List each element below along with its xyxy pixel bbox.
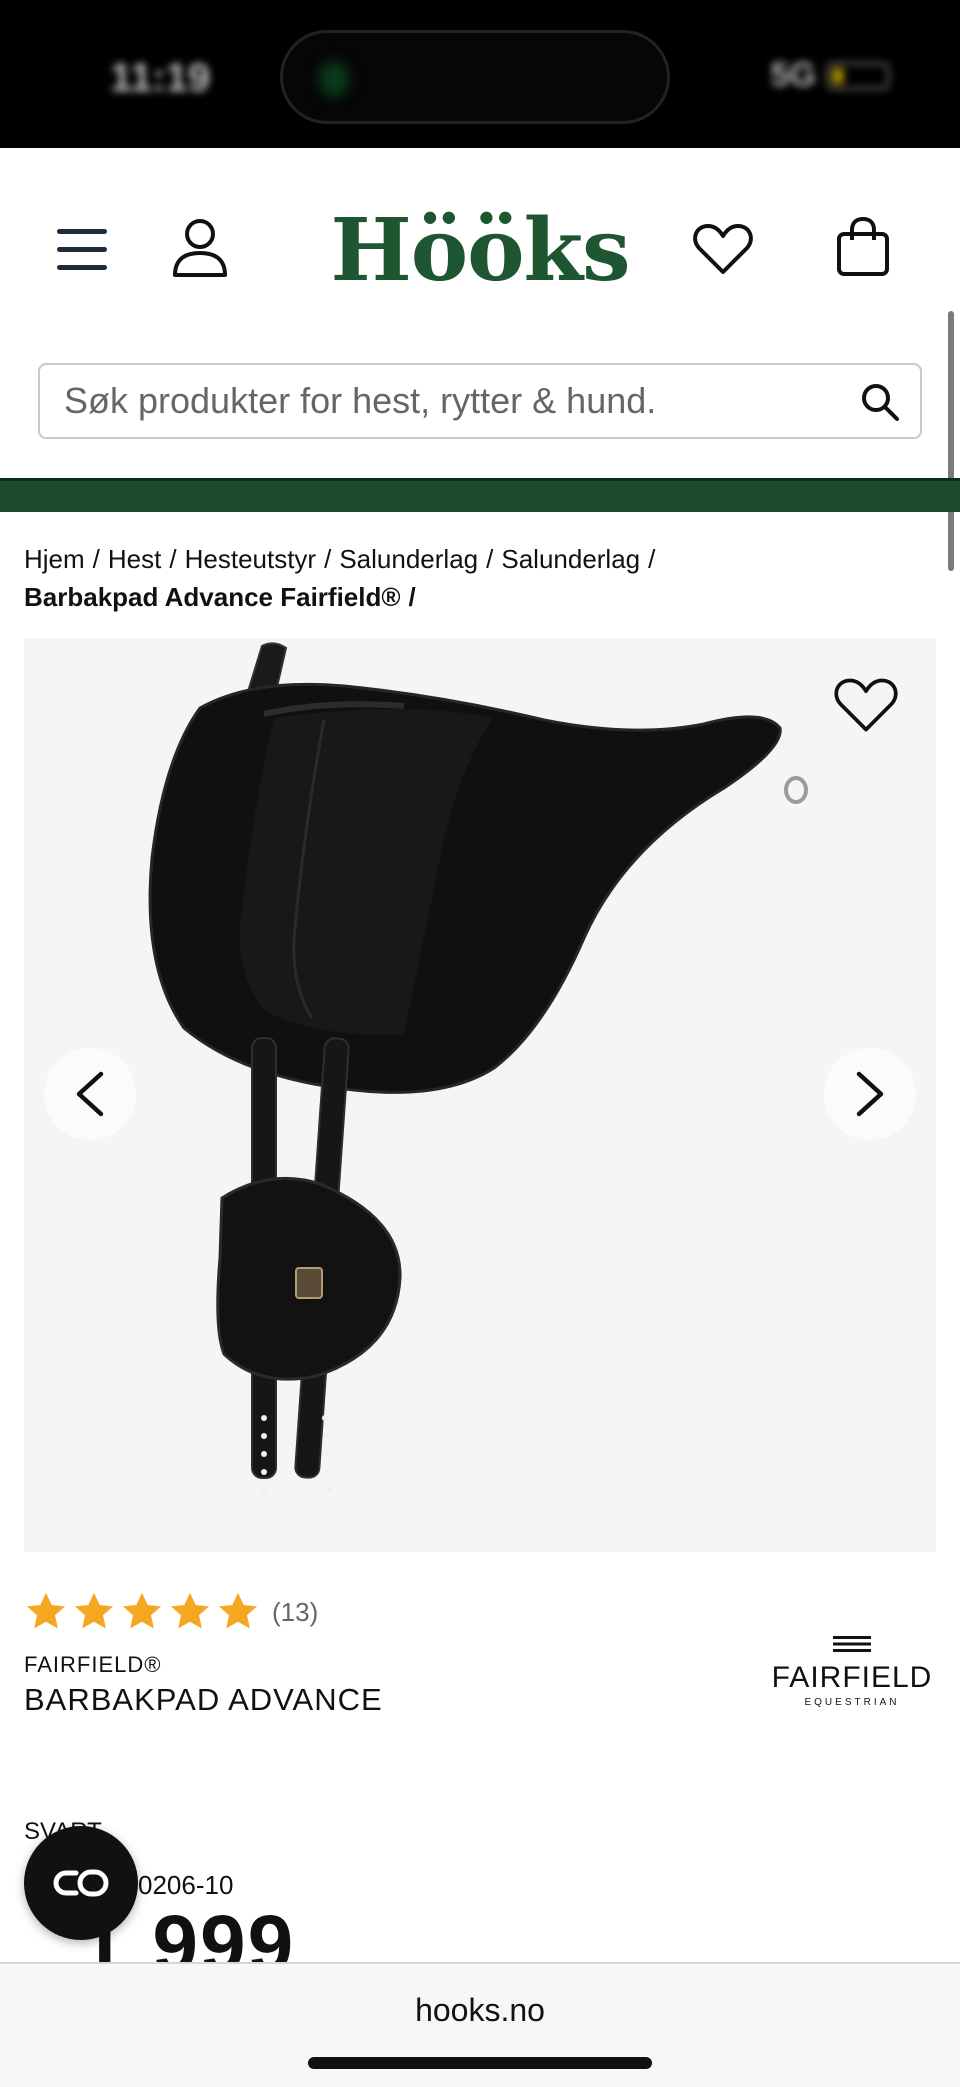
status-indicators: 5G <box>771 56 890 95</box>
breadcrumb: Hjem / Hest / Hesteutstyr / Salunderlag / Salund… <box>24 540 924 616</box>
breadcrumb-separator: / <box>486 544 494 574</box>
dynamic-island <box>280 30 670 124</box>
gallery-prev-button[interactable] <box>44 1048 136 1140</box>
breadcrumb-salunderlag[interactable]: Salunderlag <box>339 544 478 574</box>
gallery-next-button[interactable] <box>824 1048 916 1140</box>
product-title: BARBAKPAD ADVANCE <box>24 1682 383 1717</box>
brand-logo-mark-icon <box>833 1636 871 1652</box>
network-label: 5G <box>770 56 816 94</box>
star-icon <box>122 1592 162 1629</box>
brand-logo[interactable]: FAIRFIELD EQUESTRIAN <box>766 1636 938 1712</box>
product-rating[interactable]: (13) <box>24 1590 318 1634</box>
site-header: Hööks <box>0 148 960 571</box>
cart-button[interactable] <box>832 212 894 282</box>
heart-icon <box>834 678 898 732</box>
product-brand[interactable]: FAIRFIELD® <box>24 1652 161 1678</box>
breadcrumb-separator: / <box>324 544 332 574</box>
product-image <box>148 642 808 1493</box>
cart-icon <box>837 216 889 276</box>
search-bar <box>38 363 922 439</box>
star-icon <box>218 1592 258 1629</box>
heart-icon <box>693 224 753 274</box>
breadcrumb-separator: / <box>92 544 100 574</box>
chevron-left-icon <box>76 1071 104 1117</box>
breadcrumb-current: Barbakpad Advance Fairfield® <box>24 582 401 612</box>
wishlist-button[interactable] <box>690 216 756 282</box>
breadcrumb-separator: / <box>408 582 416 612</box>
product-sku: 0206-10 <box>138 1870 234 1900</box>
search-icon[interactable] <box>860 382 900 422</box>
brand-logo-subtext: EQUESTRIAN <box>804 1697 900 1708</box>
search-input[interactable] <box>64 365 844 437</box>
breadcrumb-separator: / <box>169 544 177 574</box>
chat-icon <box>53 1869 109 1897</box>
home-indicator[interactable] <box>308 2057 652 2069</box>
review-count[interactable]: (13) <box>272 1597 318 1628</box>
status-bar: 11:19 5G <box>0 0 960 148</box>
breadcrumb-salunderlag-sub[interactable]: Salunderlag <box>501 544 640 574</box>
breadcrumb-hesteutstyr[interactable]: Hesteutstyr <box>185 544 317 574</box>
breadcrumb-separator: / <box>648 544 656 574</box>
breadcrumb-home[interactable]: Hjem <box>24 544 85 574</box>
site-logo[interactable]: Hööks <box>0 200 960 301</box>
rating-stars <box>24 1590 264 1634</box>
chat-button[interactable] <box>24 1826 138 1940</box>
scrollbar-thumb[interactable] <box>948 311 954 571</box>
star-icon <box>74 1592 114 1629</box>
breadcrumb-hest[interactable]: Hest <box>108 544 161 574</box>
product-gallery[interactable] <box>24 638 936 1552</box>
chevron-right-icon <box>856 1071 884 1117</box>
nav-accent-bar <box>0 478 960 512</box>
star-icon <box>170 1592 210 1629</box>
gallery-wishlist-button[interactable] <box>834 676 898 740</box>
status-time: 11:19 <box>110 56 211 100</box>
url-text[interactable]: hooks.no <box>0 1992 960 2029</box>
battery-icon <box>826 61 890 90</box>
brand-logo-text: FAIRFIELD <box>771 1661 933 1694</box>
browser-url-bar[interactable]: hooks.no <box>0 1962 960 2087</box>
star-icon <box>26 1592 66 1629</box>
